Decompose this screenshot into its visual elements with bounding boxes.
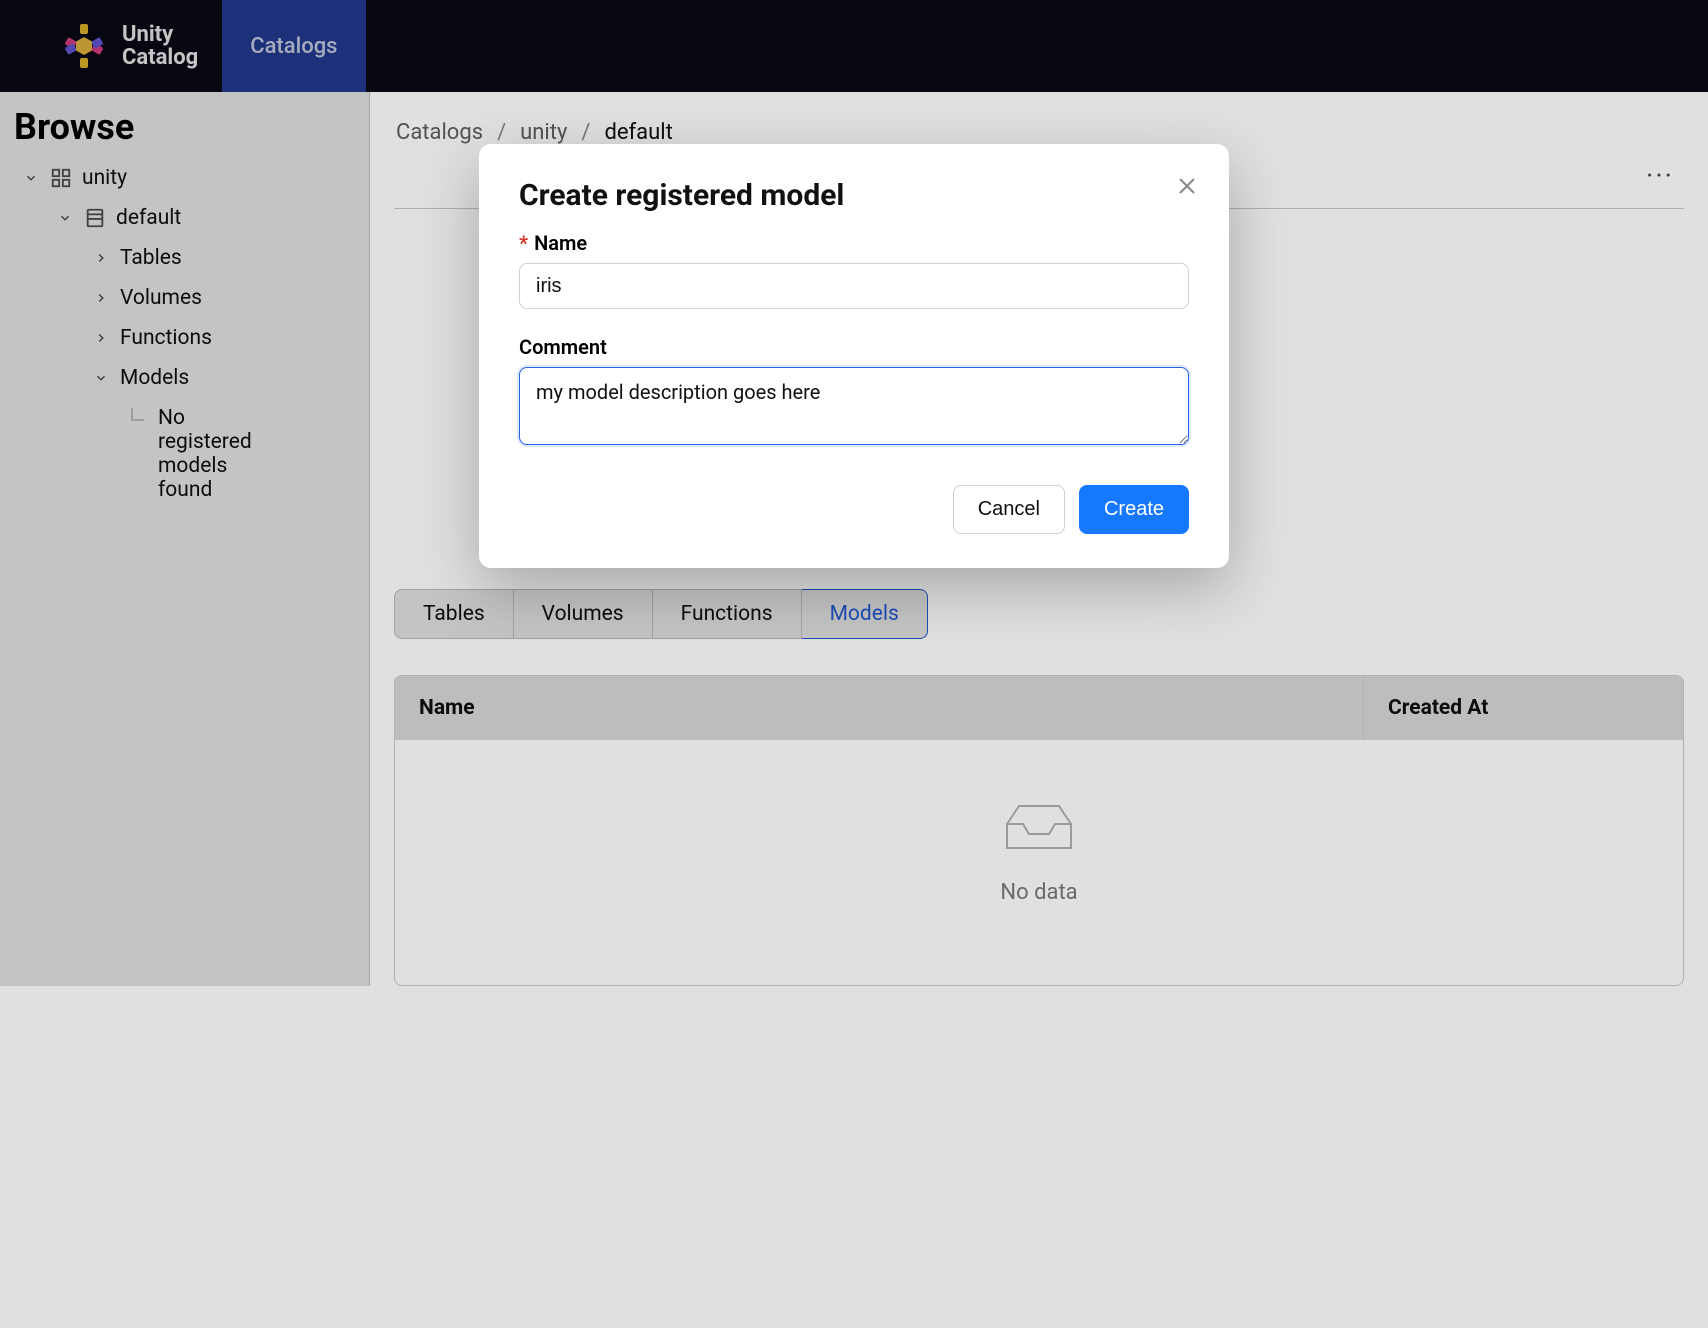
close-icon[interactable]	[1175, 174, 1199, 198]
comment-textarea[interactable]: my model description goes here	[519, 367, 1189, 445]
required-indicator: *	[519, 231, 528, 255]
create-button[interactable]: Create	[1079, 485, 1189, 534]
comment-field-label: Comment	[519, 335, 1189, 359]
modal-title: Create registered model	[519, 178, 1189, 213]
create-registered-model-modal: Create registered model * Name Comment m…	[479, 144, 1229, 568]
name-field-label: * Name	[519, 231, 1189, 255]
modal-overlay[interactable]: Create registered model * Name Comment m…	[0, 0, 1708, 1328]
name-input[interactable]	[519, 263, 1189, 309]
cancel-button[interactable]: Cancel	[953, 485, 1065, 534]
